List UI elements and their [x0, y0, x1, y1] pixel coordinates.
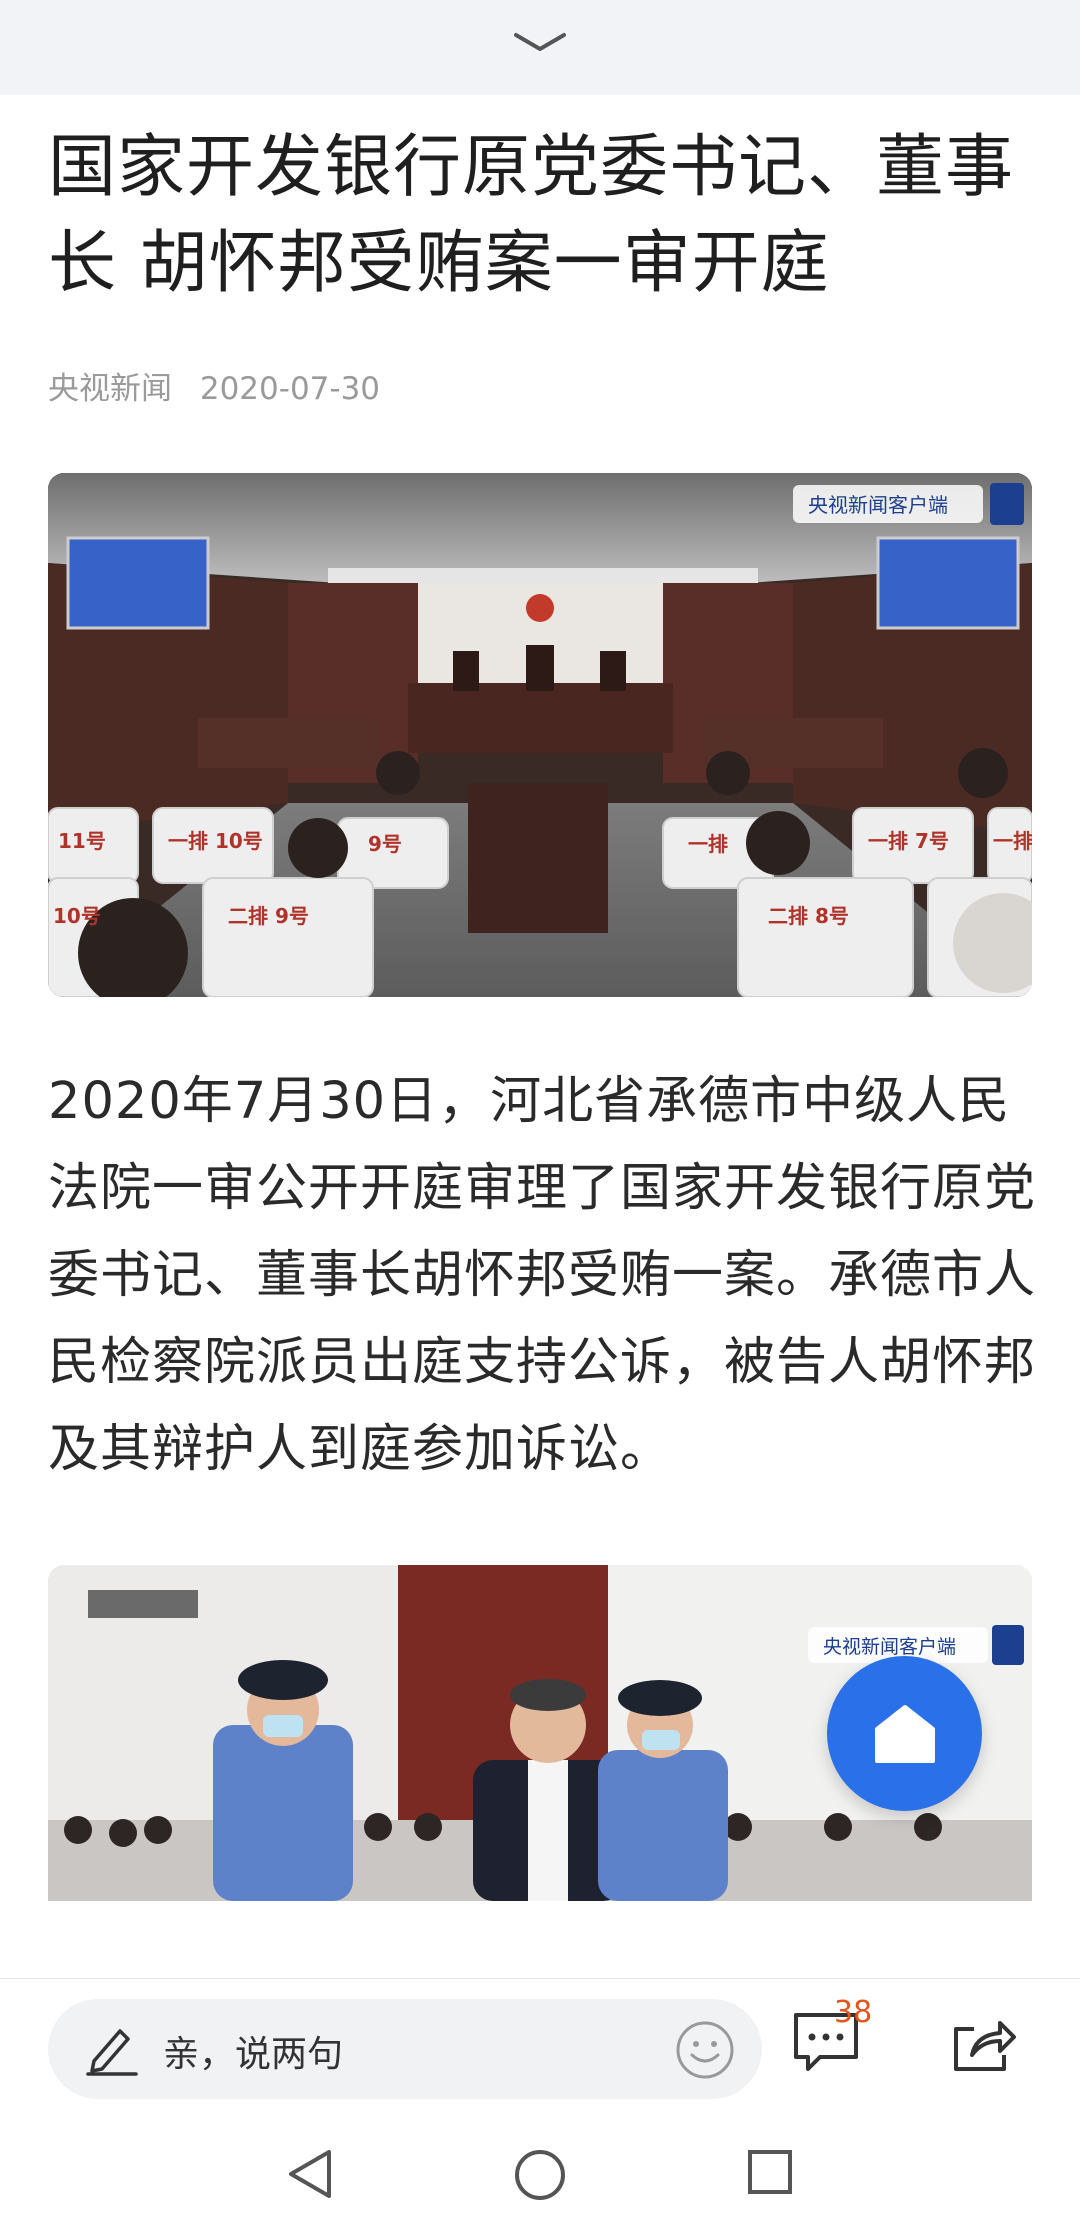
collapse-button[interactable] — [500, 12, 580, 72]
nav-home-icon[interactable] — [513, 2148, 567, 2202]
pen-icon — [86, 2029, 138, 2076]
article-source[interactable]: 央视新闻 — [48, 371, 172, 407]
seat-label: 10号 — [53, 904, 101, 928]
chevron-down-icon — [514, 33, 566, 51]
system-nav-bar — [0, 2108, 1080, 2240]
home-button[interactable] — [827, 1656, 982, 1811]
home-icon — [874, 1704, 935, 1763]
share-button[interactable] — [950, 2017, 1018, 2079]
comment-count-badge: 38 — [834, 1995, 873, 2030]
seat-label: 11号 — [58, 829, 106, 853]
seat-label: 二排 8号 — [768, 904, 849, 928]
comment-placeholder: 亲，说两句 — [163, 2034, 344, 2075]
comment-input[interactable]: 亲，说两句 — [48, 1999, 762, 2099]
seat-label: 一排 7号 — [868, 829, 949, 853]
nav-back-icon[interactable] — [285, 2148, 335, 2200]
article-date: 2020-07-30 — [199, 371, 381, 407]
seat-label: 二排 9号 — [228, 904, 309, 928]
nav-recents-icon[interactable] — [746, 2148, 794, 2196]
seat-label: 一排 — [688, 832, 728, 856]
photo-watermark: 央视新闻客户端 — [823, 1636, 956, 1658]
article-body: 2020年7月30日，河北省承德市中级人民法院一审公开开庭审理了国家开发银行原党… — [48, 1072, 1037, 1479]
photo-watermark: 央视新闻客户端 — [808, 493, 948, 517]
seat-label: 9号 — [368, 832, 402, 856]
article-meta: 央视新闻 2020-07-30 — [48, 363, 398, 408]
emoji-icon[interactable] — [674, 2019, 736, 2081]
comments-button[interactable]: 38 — [790, 1995, 872, 2089]
share-icon — [954, 2021, 1016, 2071]
seat-label: 一排 10号 — [168, 829, 263, 853]
top-bar — [0, 0, 1080, 95]
bottom-action-bar: 亲，说两句 38 — [0, 1978, 1080, 2109]
seat-label: 一排 — [993, 829, 1032, 853]
courtroom-photo[interactable]: 11号 一排 10号 9号 一排 一排 7号 一排 10号 二排 9号 二排 8… — [48, 473, 1032, 997]
article-title: 国家开发银行原党委书记、董事长 胡怀邦受贿案一审开庭 — [48, 128, 1015, 303]
